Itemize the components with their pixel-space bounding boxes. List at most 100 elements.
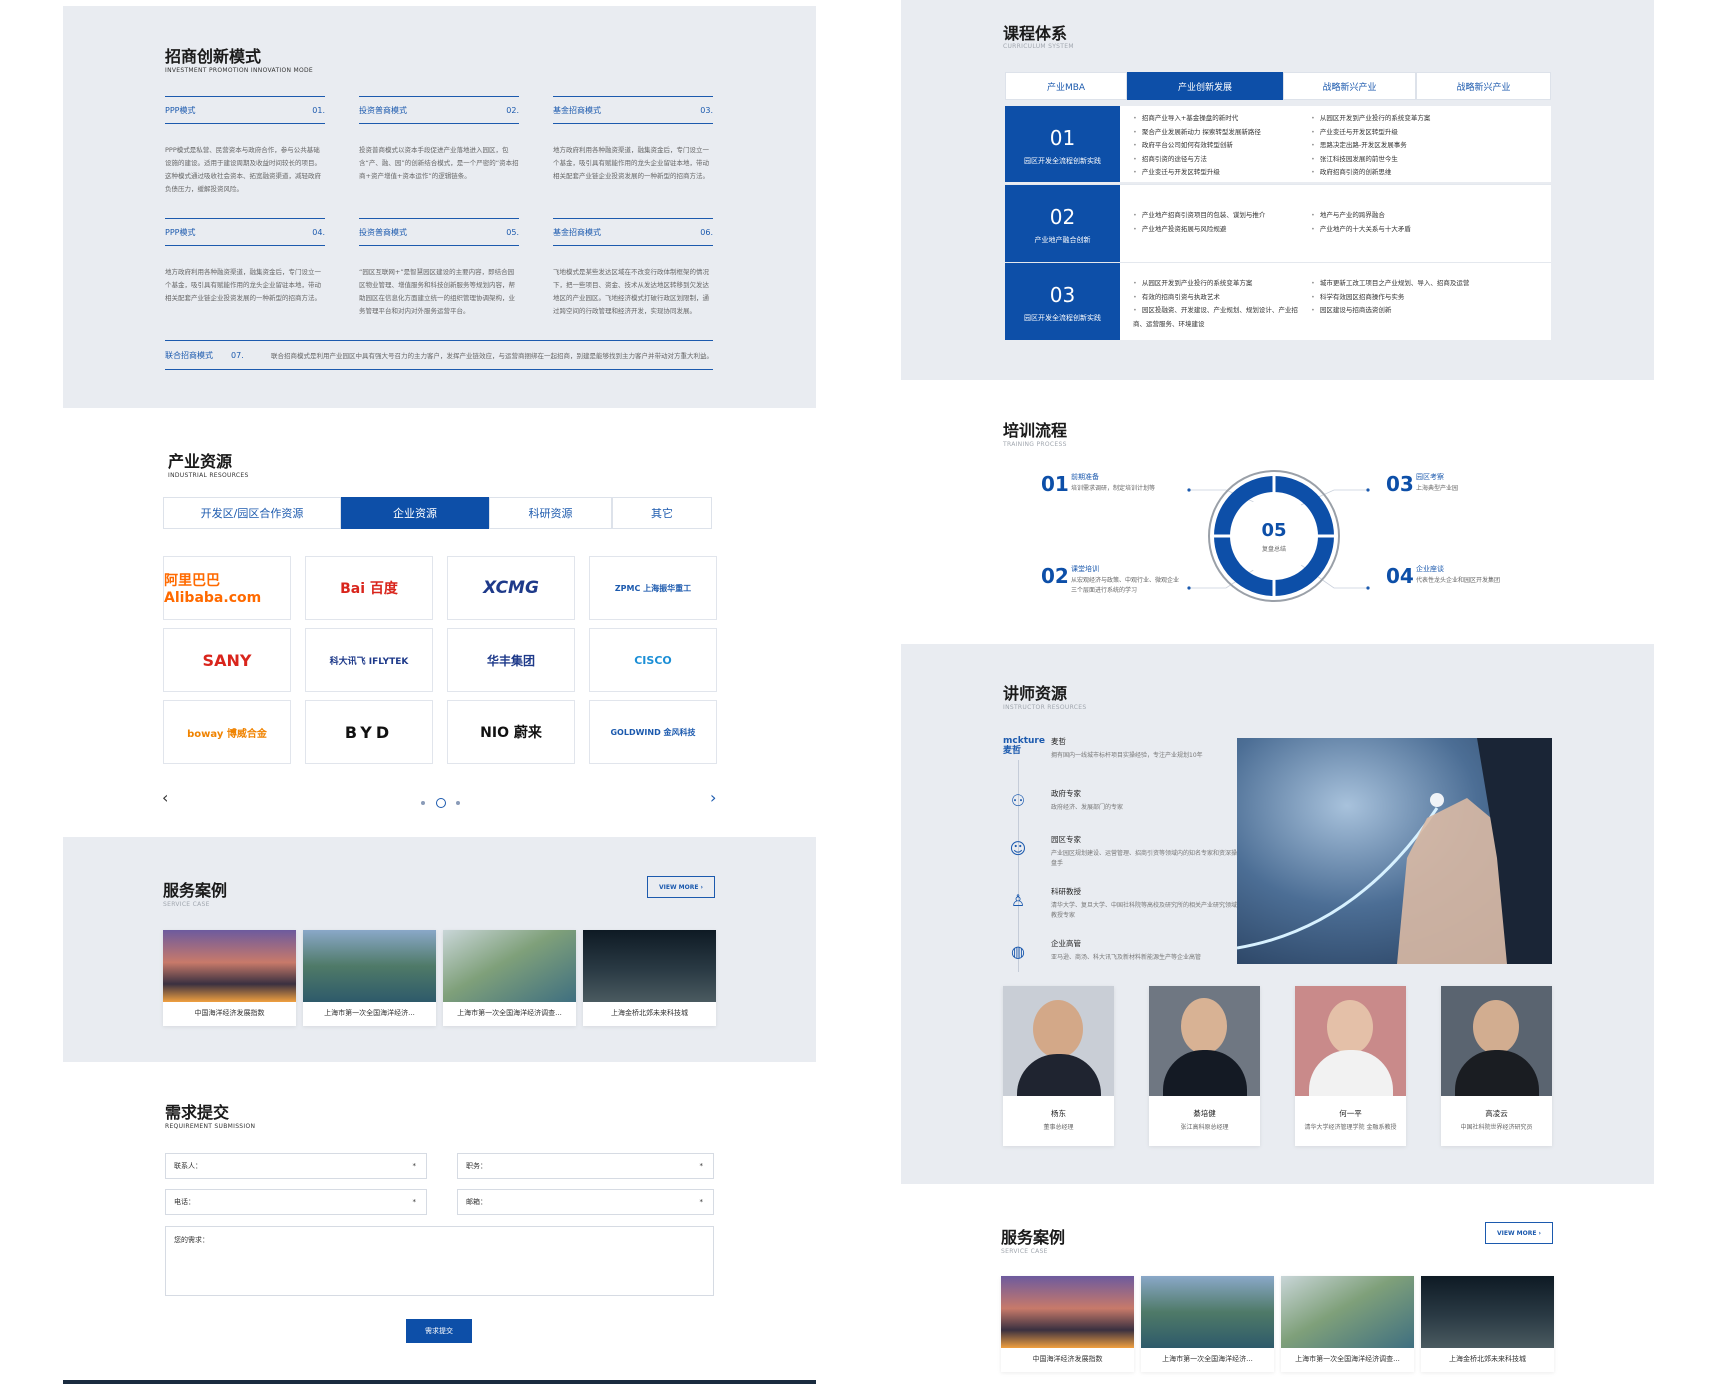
- mode-number: 04.: [312, 227, 325, 237]
- step-title: 课堂培训: [1071, 565, 1099, 573]
- training-section: 培训流程 TRAINING PROCESS 05 复盘总结 01 前期准备 培训需求…: [901, 380, 1654, 644]
- phone-field[interactable]: 电话： *: [165, 1189, 427, 1215]
- logo-byd[interactable]: BYD: [305, 700, 433, 764]
- required-mark: *: [412, 1198, 417, 1206]
- contact-field[interactable]: 联系人： *: [165, 1153, 427, 1179]
- logo-boway[interactable]: boway 博威合金: [163, 700, 291, 764]
- type-desc: 产业园区规划建设、运营管理、招商引资等领域内的知名专家和资深操盘手: [1051, 850, 1238, 867]
- field-label: 职务：: [466, 1162, 487, 1170]
- case-card[interactable]: 上海市第一次全国海洋经济...: [303, 930, 436, 1026]
- required-mark: *: [699, 1198, 704, 1206]
- logo-nio[interactable]: NIO 蔚来: [447, 700, 575, 764]
- instructor-name: 杨东: [1051, 1109, 1066, 1118]
- instructor-card[interactable]: 何一平 清华大学经济管理学院 金融系教授: [1295, 986, 1406, 1146]
- mode-text: 飞地模式是某些发达区域在不改变行政体制框架的情况下，把一些项目、资金、技术从发达…: [553, 268, 709, 315]
- mckture-logo: mckture 麦哲: [1003, 736, 1045, 756]
- logo-xcmg[interactable]: XCMG: [447, 556, 575, 620]
- logo-zpmc[interactable]: ZPMC 上海振华重工: [589, 556, 717, 620]
- course-item: 产业地产投资拓展与风险规避: [1133, 223, 1265, 237]
- instructor-type: 园区专家 产业园区规划建设、运营管理、招商引资等领域内的知名专家和资深操盘手: [1051, 834, 1241, 869]
- logo-goldwind[interactable]: GOLDWIND 金风科技: [589, 700, 717, 764]
- mode-text: PPP模式是私营、民营资本与政府合作，参与公共基础设施的建设。适用于建设周期及收…: [165, 146, 321, 193]
- tab-research-resources[interactable]: 科研资源: [489, 497, 612, 529]
- step-desc: 上海典型产业园: [1416, 485, 1459, 492]
- curriculum-row: 02 产业地产融合创新 产业地产招商引资项目的包装、谋划与推介 产业地产投资拓展与…: [1005, 185, 1551, 262]
- instructor-section: 讲师资源 INSTRUCTOR RESOURCES mckture 麦哲 麦哲拥…: [901, 644, 1654, 1184]
- tab-strategic-industry[interactable]: 战略新兴产业: [1283, 72, 1416, 100]
- case-card[interactable]: 上海金桥北郊未来科技城: [1421, 1276, 1554, 1372]
- logo-alibaba[interactable]: 阿里巴巴 Alibaba.com: [163, 556, 291, 620]
- service-case-section: 服务案例 SERVICE CASE VIEW MORE › 中国海洋经济发展指数…: [63, 837, 816, 1062]
- logo-iflytek[interactable]: 科大讯飞 IFLYTEK: [305, 628, 433, 692]
- course-item: 思路决定出路-开发区发展事务: [1311, 139, 1430, 153]
- instructor-photo: [1295, 986, 1406, 1096]
- case-card[interactable]: 中国海洋经济发展指数: [1001, 1276, 1134, 1372]
- requirement-textarea[interactable]: 您的需求：: [165, 1226, 714, 1296]
- mode-text: “园区互联网+”是智慧园区建设的主要内容，即结合园区物业管理、增值服务和科技创新…: [359, 268, 515, 315]
- case-card[interactable]: 上海市第一次全国海洋经济调查...: [1281, 1276, 1414, 1372]
- instructor-name: 綦培健: [1193, 1109, 1216, 1118]
- case-card[interactable]: 上海市第一次全国海洋经济调查...: [443, 930, 576, 1026]
- tab-industry-mba[interactable]: 产业MBA: [1005, 72, 1127, 100]
- tab-other[interactable]: 其它: [612, 497, 712, 529]
- instructor-photo: [1149, 986, 1260, 1096]
- instructor-type: 政府专家 政府经济、发展部门的专家: [1051, 788, 1241, 813]
- mode-name: 基金招商模式: [553, 227, 601, 237]
- instructor-card[interactable]: 杨东 董事总经理: [1003, 986, 1114, 1146]
- case-card[interactable]: 中国海洋经济发展指数: [163, 930, 296, 1026]
- tab-enterprise-resources[interactable]: 企业资源: [341, 497, 489, 529]
- logo-baidu[interactable]: Bai 百度: [305, 556, 433, 620]
- carousel-next-button[interactable]: ›: [710, 788, 716, 807]
- logo-huafeng[interactable]: 华丰集团: [447, 628, 575, 692]
- tab-park-resources[interactable]: 开发区/园区合作资源: [163, 497, 341, 529]
- carousel-prev-button[interactable]: ‹: [162, 788, 168, 807]
- case-caption: 上海市第一次全国海洋经济调查...: [457, 1009, 562, 1017]
- course-item: 产业变迁与开发区转型升级: [1311, 126, 1430, 140]
- course-item: 有效的招商引资与执政艺术: [1133, 291, 1303, 305]
- joint-mode-row: 联合招商模式 07. 联合招商模式是利用产业园区中具有强大号召力的主力客户，发挥…: [165, 340, 713, 370]
- mode-number: 01.: [312, 105, 325, 115]
- instructor-card[interactable]: 綦培健 张江高科原总经理: [1149, 986, 1260, 1146]
- field-label: 邮箱：: [466, 1198, 487, 1206]
- case-caption: 上海市第一次全国海洋经济...: [1162, 1355, 1253, 1363]
- section-subtitle: SERVICE CASE: [1001, 1248, 1048, 1255]
- case-card[interactable]: 上海金桥北郊未来科技城: [583, 930, 716, 1026]
- curriculum-row: 01 园区开发全流程创新实践 招商产业导入+基金操盘的新时代 聚合产业发展新动力 …: [1005, 106, 1551, 182]
- instructor-photo: [1003, 986, 1114, 1096]
- mode-name: PPP模式: [165, 105, 196, 115]
- view-more-button[interactable]: VIEW MORE ›: [1485, 1222, 1553, 1244]
- center-label: 复盘总结: [1261, 546, 1286, 553]
- mode-number: 02.: [506, 105, 519, 115]
- position-field[interactable]: 职务： *: [457, 1153, 714, 1179]
- step-number: 04: [1386, 564, 1414, 588]
- case-card[interactable]: 上海市第一次全国海洋经济...: [1141, 1276, 1274, 1372]
- case-caption: 上海市第一次全国海洋经济调查...: [1295, 1355, 1400, 1363]
- section-subtitle: INVESTMENT PROMOTION INNOVATION MODE: [165, 67, 314, 74]
- course-item: 招商产业导入+基金操盘的新时代: [1133, 112, 1261, 126]
- instructor-brand: 麦哲 拥有国内一线城市标杆项目实操经验，专注产业规划10年: [1051, 736, 1241, 761]
- carousel-dot[interactable]: [456, 801, 460, 805]
- type-desc: 亚马逊、商汤、科大讯飞及新材料新能源生产等企业高管: [1051, 954, 1202, 961]
- mode-text: 联合招商模式是利用产业园区中具有强大号召力的主力客户，发挥产业链效应，与运营商捆…: [271, 352, 713, 360]
- tab-industry-innovation[interactable]: 产业创新发展: [1127, 72, 1283, 100]
- logo-cisco[interactable]: CISCO: [589, 628, 717, 692]
- email-field[interactable]: 邮箱： *: [457, 1189, 714, 1215]
- course-item: 地产与产业的跨界融合: [1311, 209, 1411, 223]
- course-number: 02: [1049, 205, 1076, 229]
- case-image: [443, 930, 576, 1002]
- industrial-section: 产业资源 INDUSTRIAL RESOURCES 开发区/园区合作资源 企业资…: [63, 408, 816, 837]
- course-item: 产业变迁与开发区转型升级: [1133, 166, 1261, 180]
- course-item: 产业地产招商引资项目的包装、谋划与推介: [1133, 209, 1266, 223]
- curriculum-row: 03 园区开发全流程创新实践 从园区开发到产业投行的系统变革方案 有效的招商引资与…: [1005, 263, 1551, 340]
- resource-tabs: 开发区/园区合作资源 企业资源 科研资源 其它: [163, 497, 712, 529]
- course-item: 科学有效园区招商操作与实务: [1311, 291, 1546, 305]
- field-label: 您的需求：: [174, 1236, 209, 1244]
- tab-strategic-industry-2[interactable]: 战略新兴产业: [1416, 72, 1551, 100]
- submit-button[interactable]: 需求提交: [406, 1319, 472, 1343]
- carousel-dot-active[interactable]: [436, 798, 446, 808]
- view-more-button[interactable]: VIEW MORE ›: [647, 876, 715, 898]
- field-label: 联系人：: [174, 1162, 202, 1170]
- logo-sany[interactable]: SANY: [163, 628, 291, 692]
- carousel-dot[interactable]: [421, 801, 425, 805]
- instructor-card[interactable]: 高凌云 中国社科院世界经济研究员: [1441, 986, 1552, 1146]
